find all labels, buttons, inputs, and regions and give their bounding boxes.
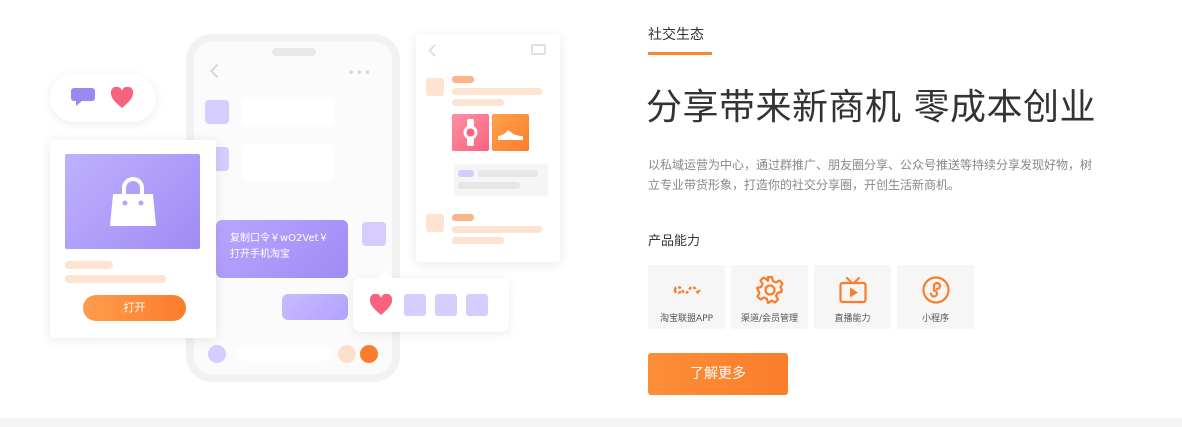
shoe-product-image [492,114,529,151]
feed-name-placeholder [452,214,474,221]
more-dots-icon: ••• [347,66,372,80]
feed-name-placeholder [452,76,474,83]
watch-icon [463,119,478,146]
comment-text-placeholder [458,182,520,189]
mini-program-icon [922,276,950,304]
input-field-placeholder [236,345,332,361]
feed-text-placeholder [452,237,504,244]
thumbnail-placeholder [435,294,457,316]
chat-avatar [362,222,386,246]
moments-feed-mockup [416,34,560,262]
thumbnail-placeholder [466,294,488,316]
shopping-bag-icon [110,177,156,226]
share-code-bubble: 复制口令￥wO2Vet￥ 打开手机淘宝 [209,220,348,278]
watch-product-image [452,114,489,151]
camera-icon [531,44,546,55]
feed-avatar [426,78,444,96]
feed-text-placeholder [452,88,542,95]
shoe-icon [498,130,523,140]
learn-more-button[interactable]: 了解更多 [648,353,788,395]
section-headline: 分享带来新商机 零成本创业 [646,87,1096,128]
phone-input-bar [208,344,384,364]
speech-bubble-icon [71,88,95,106]
heart-icon [369,294,393,315]
capability-live-streaming[interactable]: 直播能力 [814,265,891,329]
feed-text-placeholder [452,99,504,106]
capability-label: 直播能力 [834,314,871,324]
tv-play-icon [839,276,867,304]
chat-message-placeholder [242,144,334,182]
comment-text-placeholder [478,170,538,177]
capability-mini-program[interactable]: 小程序 [897,265,974,329]
text-placeholder [65,261,113,269]
social-ecosystem-section: ••• 复制口令￥wO2Vet￥ 打开手机淘宝 打开 社交生态 分享带来新商机 … [0,0,1182,418]
capability-taobao-union-app[interactable]: 淘宝联盟APP [648,265,725,329]
back-arrow-icon [209,63,225,79]
thumbnail-placeholder [404,294,426,316]
capability-label: 小程序 [921,314,949,324]
eyebrow-underline [648,52,712,55]
chat-bubble-placeholder [282,294,348,320]
add-icon [360,345,378,363]
emoji-icon [338,345,356,363]
phone-notch [272,48,316,56]
chat-avatar [205,100,229,124]
capability-channel-member-management[interactable]: 渠道/会员管理 [731,265,808,329]
feed-avatar [426,214,444,232]
comment-name-placeholder [458,170,474,177]
voice-icon [208,345,226,363]
back-arrow-icon [428,44,441,57]
open-button: 打开 [83,295,186,321]
product-image [65,154,200,249]
reaction-card [50,74,156,122]
share-code-text: 复制口令￥wO2Vet￥ [230,233,329,244]
reaction-strip [353,270,509,332]
capabilities-label: 产品能力 [648,234,701,249]
infinity-chain-icon [673,285,701,295]
feed-text-placeholder [452,226,542,233]
capability-label: 渠道/会员管理 [740,314,799,324]
capability-label: 淘宝联盟APP [659,314,713,324]
text-placeholder [65,275,166,283]
gear-icon [755,275,784,305]
section-description: 以私域运营为中心，通过群推广、朋友圈分享、公众号推送等持续分享发现好物，树立专业… [648,158,1093,192]
heart-icon [110,87,134,108]
product-card: 打开 [50,140,216,338]
feed-comment-box [454,164,548,196]
section-eyebrow: 社交生态 [648,27,704,43]
section-divider [0,418,1182,427]
chat-message-placeholder [242,97,334,127]
open-taobao-text: 打开手机淘宝 [230,249,290,260]
